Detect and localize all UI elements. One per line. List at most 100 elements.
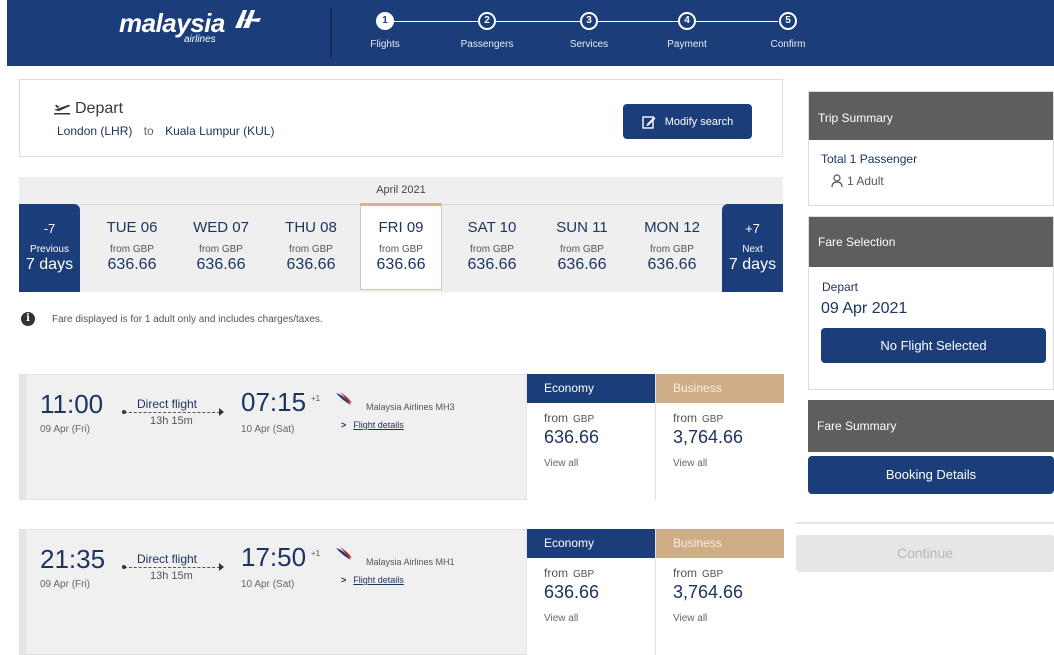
depart-title: Depart [75, 100, 124, 117]
fare-currency: GBP [573, 414, 595, 425]
airline-flight-number: Malaysia Airlines MH3 [366, 402, 455, 412]
selection-depart-label: Depart [822, 280, 859, 294]
view-all-link[interactable]: View all [673, 458, 784, 469]
next-day-indicator: +1 [311, 549, 321, 558]
view-all-link[interactable]: View all [544, 613, 655, 624]
date-option-mon-12[interactable]: MON 12 from GBP 636.66 [630, 204, 714, 292]
prev-days: 7 days [25, 256, 74, 273]
card-accent [20, 375, 26, 499]
date-price: 636.66 [467, 256, 517, 273]
chevron-right-icon: > [341, 575, 347, 585]
next-offset: +7 [745, 221, 760, 236]
fare-info-text: Fare displayed is for 1 adult only and i… [52, 313, 323, 325]
date-price: 636.66 [376, 256, 426, 273]
view-all-link[interactable]: View all [673, 613, 784, 624]
trip-summary-title: Trip Summary [809, 92, 1053, 140]
step-services[interactable]: 3 Services [544, 12, 634, 50]
step-label: Payment [667, 39, 707, 50]
next-label: Next [742, 244, 763, 255]
fare-class-label: Business [656, 374, 784, 403]
date-from-label: from GBP [289, 244, 333, 255]
fare-price: 3,764.66 [673, 427, 744, 447]
date-option-wed-07[interactable]: WED 07 from GBP 636.66 [179, 204, 263, 292]
date-label: MON 12 [644, 219, 700, 236]
trip-summary-panel: Trip Summary Total 1 Passenger 1 Adult [808, 91, 1054, 206]
date-label: SAT 10 [467, 219, 517, 236]
fare-from-text: from [544, 411, 568, 425]
depart-heading: Depart [53, 100, 123, 118]
route-to-label: to [143, 124, 154, 138]
flight-details-link[interactable]: > Flight details [341, 575, 404, 585]
fare-summary-title: Fare Summary [808, 400, 1054, 452]
flight-details-label: Flight details [353, 575, 404, 585]
fare-from-text: from [544, 566, 568, 580]
date-price: 636.66 [107, 256, 157, 273]
arrow-icon [122, 563, 224, 571]
next-7-days-button[interactable]: +7 Next 7 days [722, 204, 783, 292]
step-passengers[interactable]: 2 Passengers [442, 12, 532, 50]
economy-fare-option[interactable]: Economy from GBP 636.66 View all [526, 529, 655, 655]
step-confirm[interactable]: 5 Confirm [743, 12, 833, 50]
step-number: 3 [580, 12, 598, 30]
flight-duration: 13h 15m [150, 415, 193, 427]
next-day-indicator: +1 [311, 394, 321, 403]
departure-time: 11:00 [40, 389, 104, 419]
edit-icon [642, 115, 656, 129]
step-number: 5 [779, 12, 797, 30]
fare-currency: GBP [702, 569, 724, 580]
no-flight-selected-button[interactable]: No Flight Selected [821, 328, 1046, 363]
date-option-sat-10[interactable]: SAT 10 from GBP 636.66 [450, 204, 534, 292]
date-price: 636.66 [196, 256, 246, 273]
fare-info-note: i Fare displayed is for 1 adult only and… [21, 312, 323, 326]
step-payment[interactable]: 4 Payment [642, 12, 732, 50]
sidebar-divider [796, 522, 1054, 524]
modify-search-button[interactable]: Modify search [623, 104, 752, 139]
chevron-right-icon: > [341, 420, 347, 430]
arrival-time: 07:15 [241, 387, 307, 417]
prev-label: Previous [30, 244, 69, 255]
selection-depart-date: 09 Apr 2021 [821, 300, 908, 317]
fare-currency: GBP [702, 414, 724, 425]
economy-fare-option[interactable]: Economy from GBP 636.66 View all [526, 374, 655, 500]
step-flights[interactable]: 1 Flights [340, 12, 430, 50]
business-fare-option[interactable]: Business from GBP 3,764.66 View all [655, 529, 784, 655]
route-summary-box: Depart London (LHR) to Kuala Lumpur (KUL… [19, 79, 783, 157]
continue-button[interactable]: Continue [796, 535, 1054, 572]
date-option-tue-06[interactable]: TUE 06 from GBP 636.66 [90, 204, 174, 292]
departure-date: 09 Apr (Fri) [40, 579, 91, 590]
flight-duration: 13h 15m [150, 570, 193, 582]
date-option-fri-09-selected[interactable]: FRI 09 from GBP 636.66 [360, 203, 442, 290]
destination-airport: Kuala Lumpur (KUL) [165, 124, 275, 138]
next-days: 7 days [728, 256, 777, 273]
fare-class-label: Business [656, 529, 784, 558]
month-label: April 2021 [376, 184, 426, 196]
booking-progress-steps: 1 Flights 2 Passengers 3 Services 4 Paym… [0, 0, 1054, 66]
flight-card[interactable]: 11:00 09 Apr (Fri) Direct flight 13h 15m… [19, 374, 784, 500]
booking-details-button[interactable]: Booking Details [808, 456, 1054, 494]
adult-count: 1 Adult [831, 174, 884, 188]
view-all-link[interactable]: View all [544, 458, 655, 469]
previous-7-days-button[interactable]: -7 Previous 7 days [19, 204, 80, 292]
date-option-thu-08[interactable]: THU 08 from GBP 636.66 [269, 204, 353, 292]
step-number: 1 [376, 12, 394, 30]
fare-from-label: from GBP [544, 411, 655, 425]
prev-offset: -7 [43, 221, 56, 236]
airline-logo-icon [336, 547, 352, 560]
date-price: 636.66 [557, 256, 607, 273]
step-number: 2 [478, 12, 496, 30]
fare-from-label: from GBP [544, 566, 655, 580]
step-label: Flights [370, 39, 400, 50]
date-from-label: from GBP [470, 244, 514, 255]
date-from-label: from GBP [199, 244, 243, 255]
fare-from-label: from GBP [673, 411, 784, 425]
flight-card[interactable]: 21:35 09 Apr (Fri) Direct flight 13h 15m… [19, 529, 784, 655]
person-icon [831, 174, 843, 188]
business-fare-option[interactable]: Business from GBP 3,764.66 View all [655, 374, 784, 500]
departure-date: 09 Apr (Fri) [40, 424, 91, 435]
step-label: Services [569, 39, 609, 50]
date-price: 636.66 [286, 256, 336, 273]
arrow-icon [122, 408, 224, 416]
date-label: SUN 11 [556, 219, 608, 236]
date-option-sun-11[interactable]: SUN 11 from GBP 636.66 [540, 204, 624, 292]
flight-details-link[interactable]: > Flight details [341, 420, 404, 430]
